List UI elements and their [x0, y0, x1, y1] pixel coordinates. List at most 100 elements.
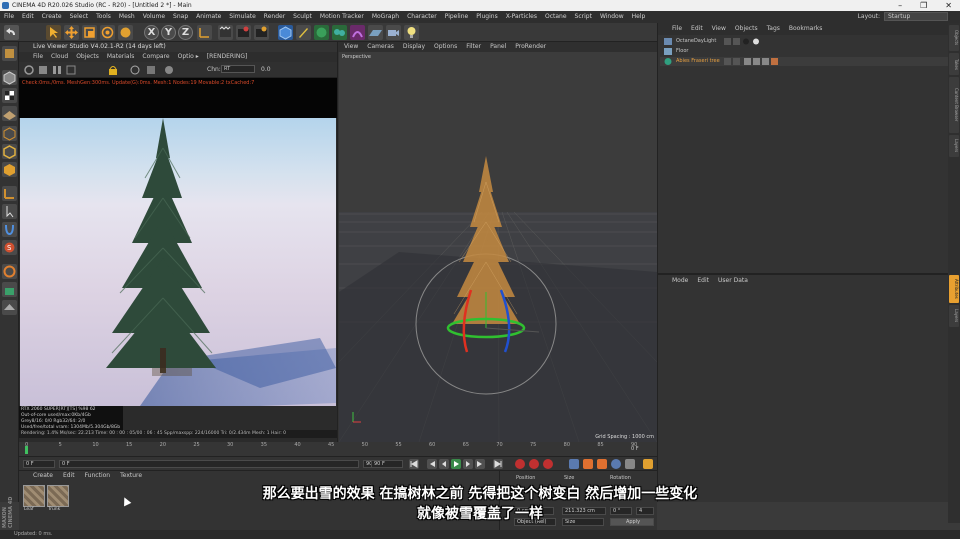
camera-icon[interactable]: [386, 25, 401, 40]
x-axis-lock-button[interactable]: X: [144, 25, 159, 40]
lv-menu-options[interactable]: Optio ▸: [178, 52, 199, 62]
menu-volume[interactable]: Volume: [143, 11, 165, 23]
object-row-floor[interactable]: Floor: [660, 47, 948, 56]
floor-environment-icon[interactable]: [368, 25, 383, 40]
lv-menu-file[interactable]: File: [33, 52, 43, 62]
snap-icon[interactable]: [2, 222, 17, 237]
polygons-mode-icon[interactable]: [2, 162, 17, 177]
make-editable-icon[interactable]: [2, 46, 17, 61]
region-render-icon[interactable]: [66, 65, 76, 75]
previous-frame-icon[interactable]: [439, 459, 449, 469]
workplane-icon[interactable]: [2, 106, 17, 121]
menu-character[interactable]: Character: [407, 11, 437, 23]
mat-menu-texture[interactable]: Texture: [120, 471, 142, 481]
cloner-icon[interactable]: [332, 25, 347, 40]
tab-objects[interactable]: Objects: [949, 25, 959, 51]
channel-dropdown[interactable]: RT: [221, 65, 255, 73]
menu-plugins[interactable]: Plugins: [476, 11, 498, 23]
texture-mode-icon[interactable]: [2, 88, 17, 103]
start-frame-field[interactable]: 0 F: [23, 460, 55, 468]
material-picker-icon[interactable]: [147, 66, 155, 74]
mat-menu-create[interactable]: Create: [33, 471, 53, 481]
edges-mode-icon[interactable]: [2, 144, 17, 159]
am-menu-edit[interactable]: Edit: [697, 275, 709, 287]
vp-menu-view[interactable]: View: [344, 42, 358, 52]
menu-tools[interactable]: Tools: [96, 11, 111, 23]
menu-render[interactable]: Render: [264, 11, 285, 23]
object-tags[interactable]: [724, 38, 764, 45]
model-mode-icon[interactable]: [2, 70, 17, 85]
y-axis-lock-button[interactable]: Y: [161, 25, 176, 40]
menu-edit[interactable]: Edit: [22, 11, 34, 23]
stop-render-icon[interactable]: [39, 66, 47, 74]
live-selection-icon[interactable]: [46, 25, 61, 40]
close-button[interactable]: ✕: [945, 1, 952, 10]
vp-menu-prorender[interactable]: ProRender: [515, 42, 546, 52]
pen-spline-icon[interactable]: [296, 25, 311, 40]
maximize-button[interactable]: ❒: [920, 1, 927, 10]
layout-dropdown[interactable]: Startup: [884, 12, 948, 21]
go-to-end-icon[interactable]: [493, 459, 503, 469]
om-menu-file[interactable]: File: [672, 23, 682, 35]
lv-menu-compare[interactable]: Compare: [142, 52, 169, 62]
tab-content-browser[interactable]: Content Browser: [949, 77, 959, 133]
cube-primitive-icon[interactable]: [278, 25, 293, 40]
lock-icon[interactable]: [109, 66, 117, 76]
playhead-marker[interactable]: [25, 446, 28, 454]
menu-file[interactable]: File: [4, 11, 14, 23]
om-menu-edit[interactable]: Edit: [691, 23, 703, 35]
recent-tools-icon[interactable]: [118, 25, 133, 40]
om-menu-bookmarks[interactable]: Bookmarks: [789, 23, 823, 35]
previous-key-icon[interactable]: [427, 459, 437, 469]
menu-pipeline[interactable]: Pipeline: [445, 11, 468, 23]
render-to-picture-viewer-icon[interactable]: [236, 25, 251, 40]
vp-menu-options[interactable]: Options: [434, 42, 457, 52]
scale-tool-icon[interactable]: [82, 25, 97, 40]
render-view-icon[interactable]: [218, 25, 233, 40]
rotation-track-icon[interactable]: [597, 459, 607, 469]
end-frame-field[interactable]: 90 F: [371, 460, 403, 468]
z-axis-lock-button[interactable]: Z: [178, 25, 193, 40]
timeline-window-icon[interactable]: [643, 459, 653, 469]
tab-layers[interactable]: Layers: [949, 305, 959, 327]
menu-sculpt[interactable]: Sculpt: [293, 11, 312, 23]
material-swatch[interactable]: [23, 485, 45, 507]
tab-layers-top[interactable]: Layers: [949, 135, 959, 157]
vp-menu-filter[interactable]: Filter: [466, 42, 481, 52]
object-name[interactable]: Floor: [676, 48, 688, 54]
material-trunk[interactable]: Trunk: [47, 485, 69, 515]
restart-render-icon[interactable]: [24, 65, 34, 75]
vp-menu-cameras[interactable]: Cameras: [367, 42, 394, 52]
locked-workplane-icon[interactable]: [2, 282, 17, 297]
next-key-icon[interactable]: [475, 459, 485, 469]
go-to-start-icon[interactable]: [409, 459, 419, 469]
focus-picker-icon[interactable]: [130, 65, 140, 75]
object-picker-icon[interactable]: [165, 66, 173, 74]
object-name[interactable]: Abies Fraseri tree: [676, 58, 720, 64]
menu-animate[interactable]: Animate: [196, 11, 221, 23]
exposure-value[interactable]: 0.0: [261, 66, 271, 73]
point-level-animation-icon[interactable]: [625, 459, 635, 469]
menu-motion-tracker[interactable]: Motion Tracker: [320, 11, 364, 23]
tab-takes[interactable]: Takes: [949, 53, 959, 75]
lv-menu-objects[interactable]: Objects: [76, 52, 99, 62]
autokeying-icon[interactable]: [529, 459, 539, 469]
subdivision-surface-icon[interactable]: [314, 25, 329, 40]
position-track-icon[interactable]: [569, 459, 579, 469]
vp-menu-panel[interactable]: Panel: [490, 42, 506, 52]
lv-menu-cloud[interactable]: Cloud: [51, 52, 68, 62]
menu-select[interactable]: Select: [70, 11, 89, 23]
object-row-octanedaylight[interactable]: OctaneDayLight: [660, 37, 948, 46]
record-keys-icon[interactable]: [515, 459, 525, 469]
mat-menu-function[interactable]: Function: [85, 471, 111, 481]
light-icon[interactable]: [404, 25, 419, 40]
viewport-camera-label[interactable]: Perspective: [342, 54, 371, 60]
object-tags[interactable]: [724, 58, 784, 65]
menu-window[interactable]: Window: [600, 11, 624, 23]
object-row-abies-fraseri-tree[interactable]: Abies Fraseri tree: [660, 57, 948, 66]
om-menu-tags[interactable]: Tags: [767, 23, 780, 35]
menu-x-particles[interactable]: X-Particles: [506, 11, 537, 23]
menu-mesh[interactable]: Mesh: [119, 11, 135, 23]
perspective-viewport[interactable]: Perspective Grid Spacing : 1000 cm: [339, 52, 657, 442]
planar-workplane-icon[interactable]: [2, 300, 17, 315]
